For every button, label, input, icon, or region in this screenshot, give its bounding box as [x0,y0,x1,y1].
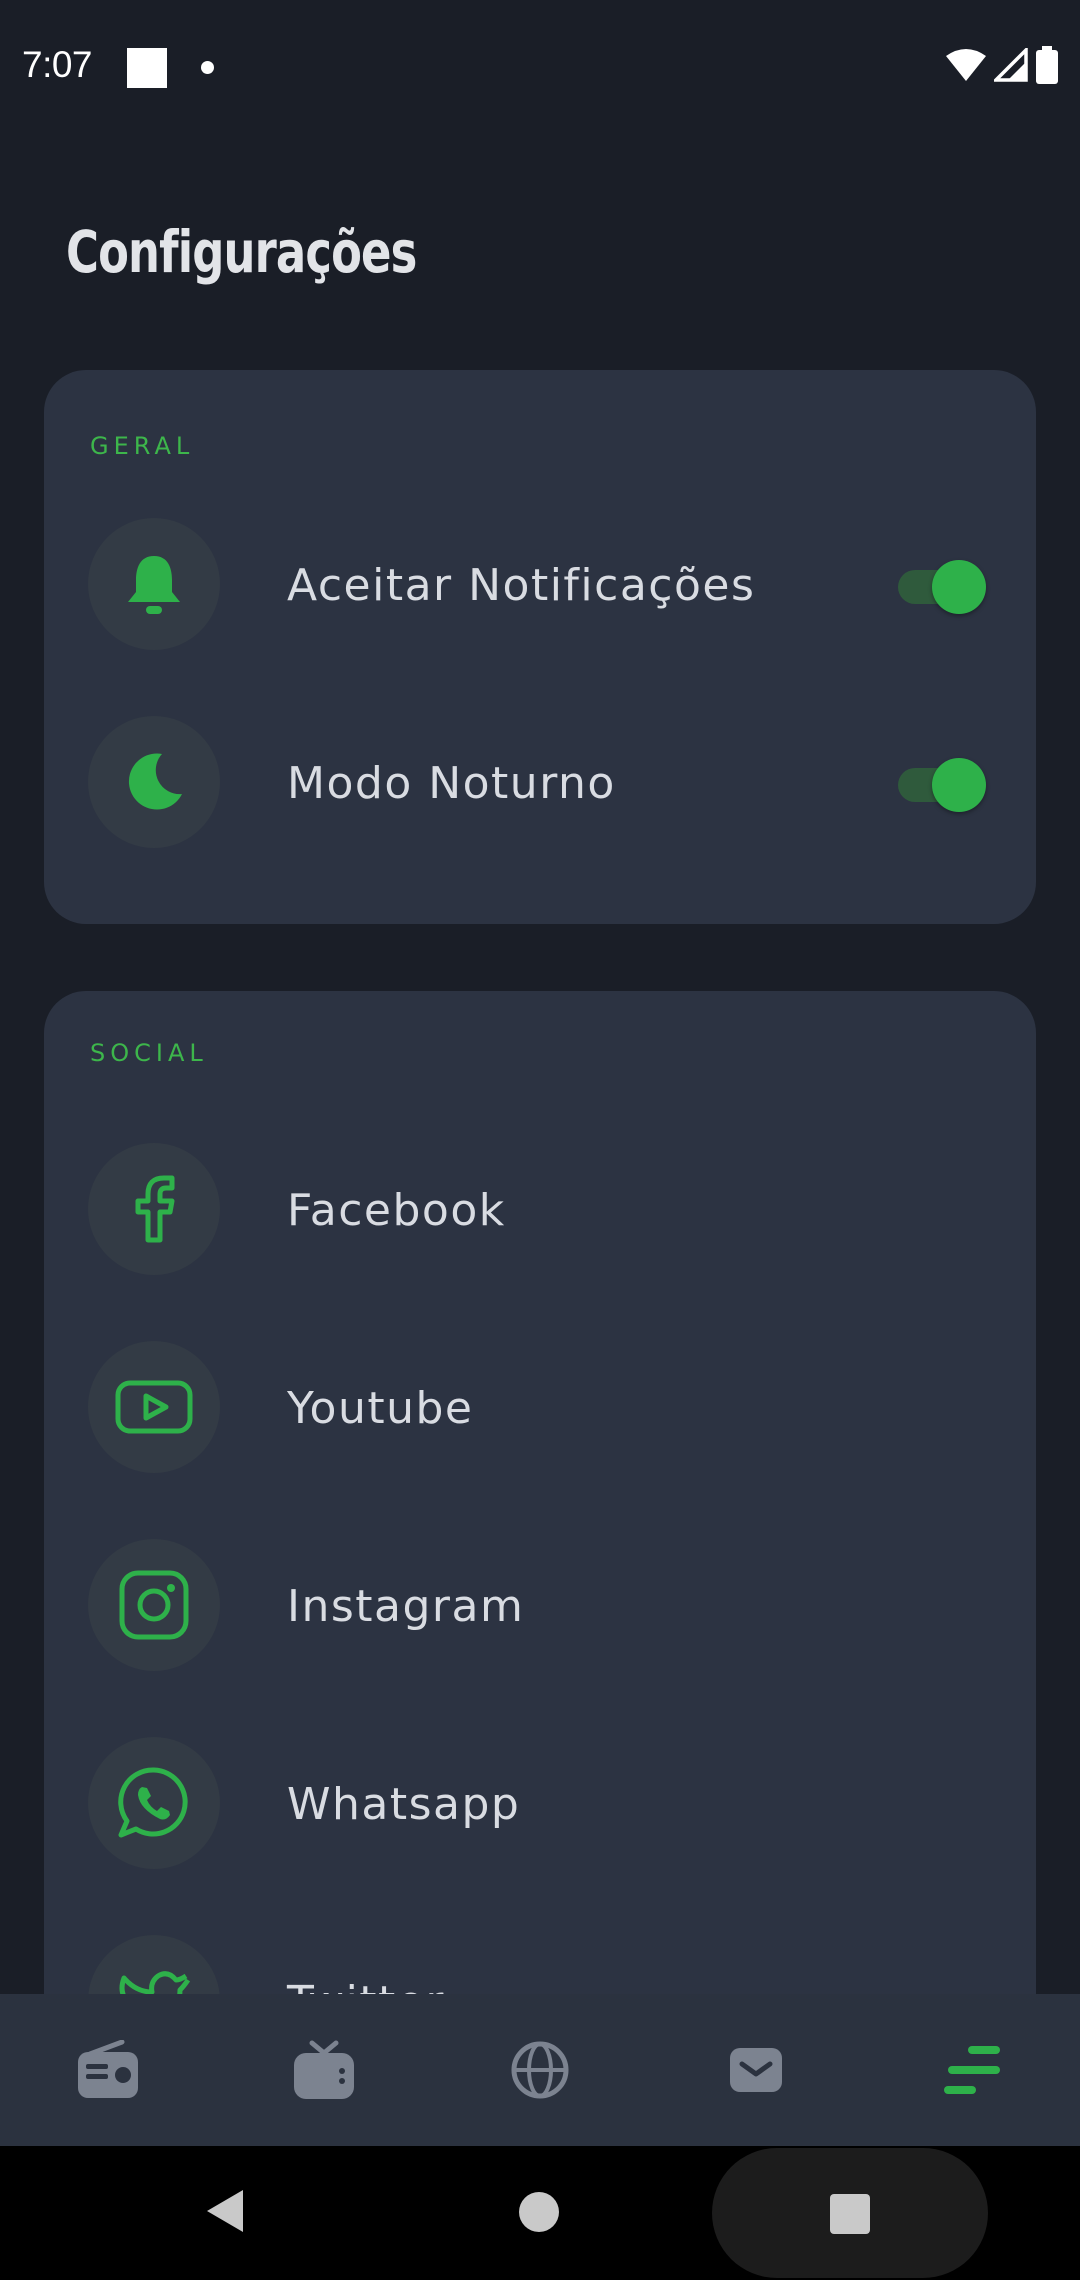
toggle-thumb [932,560,986,614]
setting-label: Modo Noturno [287,758,616,809]
instagram-icon [119,1570,189,1640]
status-time: 7:07 [22,44,93,85]
icon-circle [88,716,220,848]
social-label: Youtube [287,1383,474,1434]
page-title: Configurações [66,218,417,286]
social-label: Whatsapp [287,1779,521,1830]
notification-square-icon [127,48,167,88]
status-icons [946,46,1058,84]
icon-circle [88,518,220,650]
recents-button[interactable] [830,2194,870,2234]
notifications-toggle[interactable] [894,560,986,614]
nav-item-mail[interactable] [648,1994,864,2146]
section-header-general: GERAL [90,432,195,460]
moon-icon [128,753,182,810]
night-mode-toggle[interactable] [894,758,986,812]
signal-icon [994,48,1028,82]
social-row-whatsapp[interactable]: Whatsapp [44,1729,1036,1879]
social-label: Facebook [287,1185,506,1236]
facebook-icon [135,1175,175,1243]
mail-icon [730,2048,782,2092]
section-header-social: SOCIAL [90,1039,208,1067]
settings-screen: 7:07 Configurações GERAL Aceitar Notific… [0,0,1080,2280]
system-navigation-bar [0,2146,1080,2280]
nav-item-globe[interactable] [432,1994,648,2146]
toggle-thumb [932,758,986,812]
notification-dot-icon [201,61,214,74]
wifi-icon [946,49,986,81]
tv-icon [294,2040,354,2099]
social-label: Instagram [287,1581,525,1632]
globe-icon [511,2041,569,2099]
youtube-icon [115,1380,193,1434]
battery-icon [1036,46,1058,84]
social-row-youtube[interactable]: Youtube [44,1333,1036,1483]
back-icon[interactable] [205,2188,245,2234]
icon-circle [88,1737,220,1869]
nav-item-tv[interactable] [216,1994,432,2146]
status-bar: 7:07 [0,0,1080,130]
setting-label: Aceitar Notificações [287,560,756,611]
whatsapp-icon [118,1767,188,1838]
nav-item-settings[interactable] [864,1994,1080,2146]
icon-circle [88,1539,220,1671]
setting-row-night-mode[interactable]: Modo Noturno [44,708,1036,858]
bell-icon [128,556,180,614]
settings-menu-icon [944,2046,1000,2094]
social-row-facebook[interactable]: Facebook [44,1135,1036,1285]
home-button[interactable] [519,2192,559,2232]
general-settings-card: GERAL Aceitar Notificações Modo Noturno [44,370,1036,924]
setting-row-notifications[interactable]: Aceitar Notificações [44,510,1036,660]
bottom-navigation [0,1994,1080,2146]
social-row-instagram[interactable]: Instagram [44,1531,1036,1681]
icon-circle [88,1341,220,1473]
icon-circle [88,1143,220,1275]
nav-item-radio[interactable] [0,1994,216,2146]
radio-icon [78,2040,138,2098]
